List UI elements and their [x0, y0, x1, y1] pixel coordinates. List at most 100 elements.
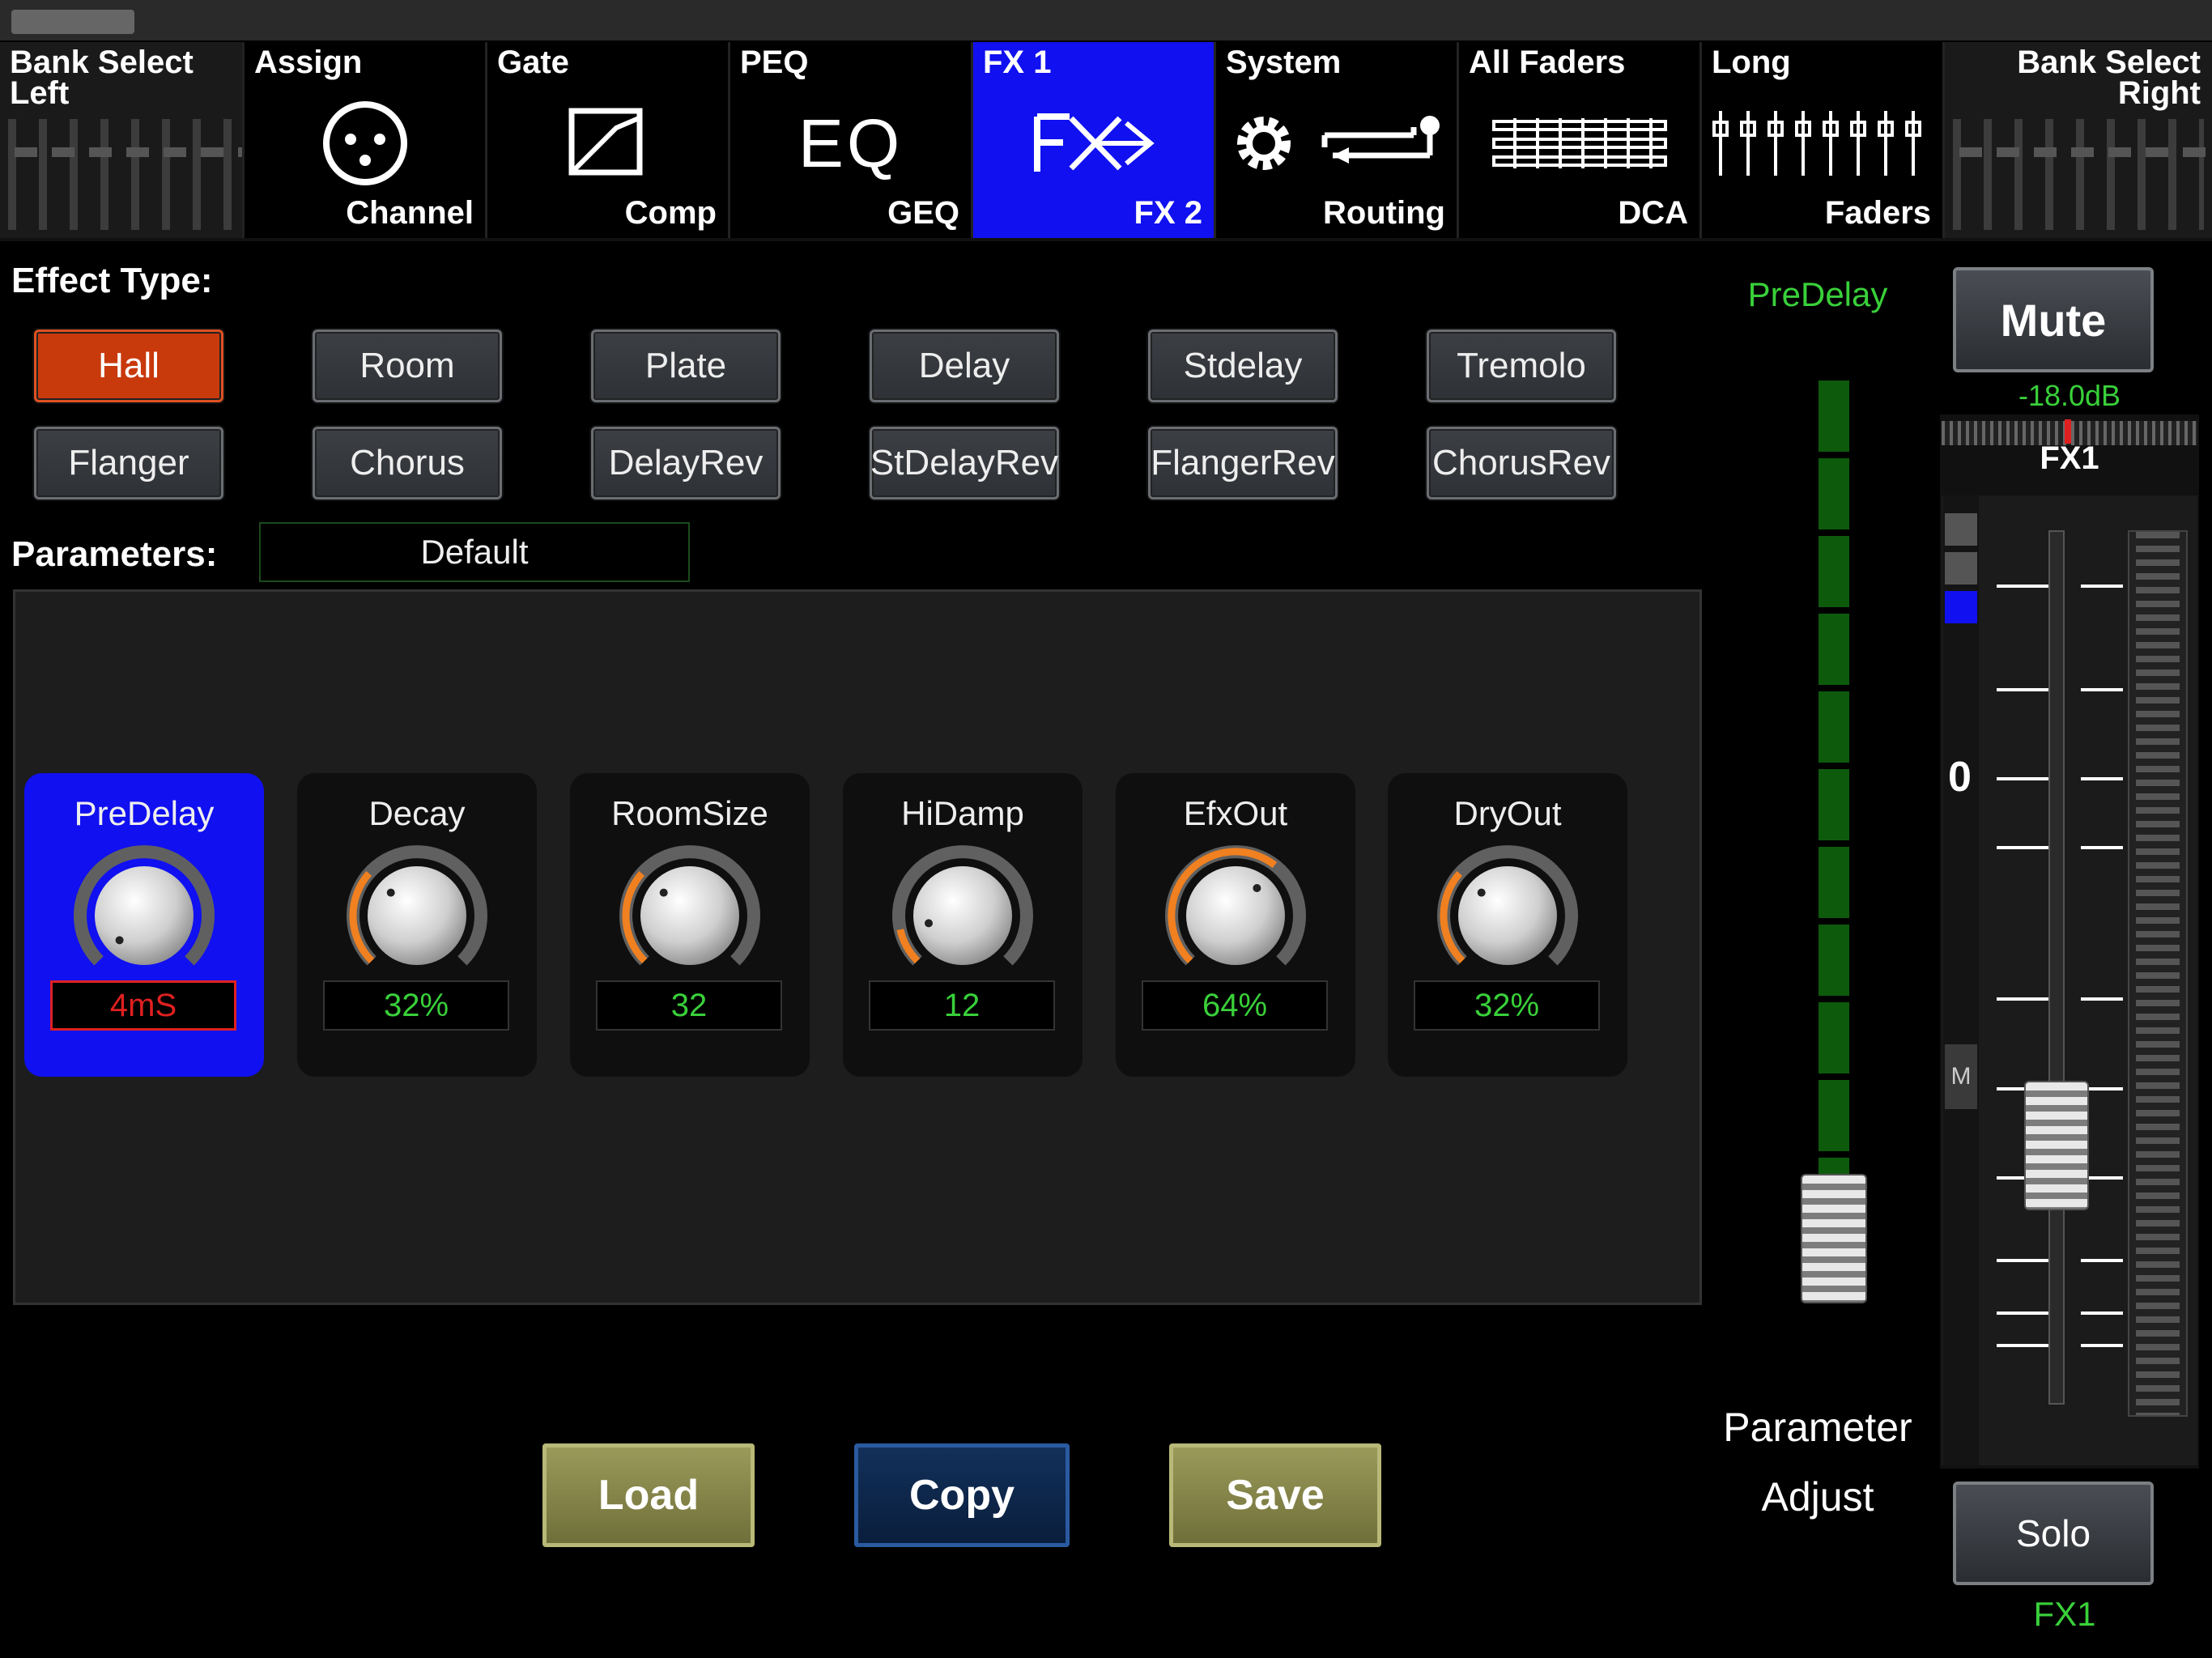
tab-label-top: Long	[1712, 45, 1791, 80]
effect-plate-button[interactable]: Plate	[591, 329, 781, 402]
rotary-knob-icon[interactable]	[1432, 840, 1583, 991]
rotary-knob-icon[interactable]	[615, 840, 765, 991]
tab-system-routing[interactable]: System Routing	[1216, 42, 1459, 238]
param-fader-title: PreDelay	[1747, 275, 1888, 313]
fader-scale-tick	[2081, 846, 2123, 849]
fader-scale-tick	[2081, 777, 2123, 780]
channel-footer-name: FX1	[2033, 1595, 2096, 1633]
fader-scale-tick	[1997, 585, 2048, 588]
strip-square-selected	[1945, 591, 1977, 623]
knob-value-readout: 4mS	[50, 980, 236, 1031]
knob-label: PreDelay	[74, 794, 215, 832]
m-marker: M	[1945, 1044, 1977, 1109]
param-meter-segment	[1819, 1080, 1849, 1151]
effect-tremolo-button[interactable]: Tremolo	[1427, 329, 1616, 402]
effect-hall-button[interactable]: Hall	[34, 329, 223, 402]
faders-icon	[1702, 99, 1942, 188]
param-meter-segment	[1819, 847, 1849, 918]
rotary-knob-icon[interactable]	[1160, 840, 1311, 991]
xlr-connector-icon	[245, 99, 485, 188]
knob-label: EfxOut	[1183, 794, 1288, 832]
save-button[interactable]: Save	[1169, 1443, 1381, 1547]
param-meter-segment	[1819, 536, 1849, 607]
tab-peq-geq[interactable]: PEQ EQ GEQ	[730, 42, 973, 238]
param-fader-track[interactable]	[1819, 380, 1849, 1303]
rotary-knob-icon[interactable]	[342, 840, 492, 991]
fader-scale-tick	[2081, 997, 2123, 1001]
fx-logo-icon	[973, 99, 1214, 188]
knob-label: Decay	[368, 794, 466, 832]
effect-stdelay-button[interactable]: Stdelay	[1148, 329, 1338, 402]
mute-button[interactable]: Mute	[1953, 267, 2154, 372]
param-caption-line-2: Adjust	[1761, 1474, 1874, 1520]
compressor-curve-icon	[487, 99, 728, 188]
channel-gain-readout: -18.0dB	[2018, 379, 2121, 412]
effect-delay-button[interactable]: Delay	[870, 329, 1059, 402]
knob-value-readout: 32%	[1414, 980, 1600, 1031]
parameters-label: Parameters:	[11, 534, 218, 574]
effect-chorusrev-button[interactable]: ChorusRev	[1427, 427, 1616, 500]
fader-scale-tick	[2081, 1259, 2123, 1262]
tab-label-top: System	[1226, 45, 1342, 80]
knob-value-readout: 12	[869, 980, 1055, 1031]
tab-fx[interactable]: FX 1 FX 2	[973, 42, 1216, 238]
knob-value-readout: 32	[596, 980, 782, 1031]
copy-button[interactable]: Copy	[854, 1443, 1070, 1547]
effect-flangerrev-button[interactable]: FlangerRev	[1148, 427, 1338, 500]
tab-label-bottom: DCA	[1618, 195, 1688, 231]
knob-card-dryout[interactable]: DryOut 32%	[1388, 773, 1627, 1077]
knob-label: DryOut	[1453, 794, 1562, 832]
knob-card-roomsize[interactable]: RoomSize 32	[570, 773, 810, 1077]
param-meter-segment	[1819, 1002, 1849, 1073]
tab-label-bottom: Comp	[624, 195, 717, 231]
effect-flanger-button[interactable]: Flanger	[34, 427, 223, 500]
channel-name: FX1	[2040, 440, 2099, 476]
dca-grid-icon	[1459, 99, 1699, 188]
effect-chorus-button[interactable]: Chorus	[313, 427, 502, 500]
knob-card-predelay[interactable]: PreDelay 4mS	[24, 773, 264, 1077]
fader-scale-tick	[1997, 1259, 2048, 1262]
fader-scale-tick	[2081, 688, 2123, 691]
param-meter-segment	[1819, 925, 1849, 996]
strip-square-2	[1945, 552, 1977, 585]
tab-bank-select-right[interactable]: Bank Select Right	[1945, 42, 2212, 238]
tab-label-top: FX 1	[983, 45, 1052, 80]
fader-scale-tick	[2081, 1312, 2123, 1315]
fader-scale-tick	[1997, 1344, 2048, 1347]
effect-stdelayrev-button[interactable]: StDelayRev	[870, 427, 1059, 500]
top-navigation: Bank Select Left Assign Channel Gate Com…	[0, 42, 2212, 241]
effect-room-button[interactable]: Room	[313, 329, 502, 402]
solo-button[interactable]: Solo	[1953, 1482, 2154, 1585]
param-fader-caption: Parameter Adjust	[1700, 1392, 1935, 1532]
load-button[interactable]: Load	[542, 1443, 755, 1547]
param-meter-segment	[1819, 691, 1849, 763]
param-meter-segment	[1819, 769, 1849, 840]
tab-gate-comp[interactable]: Gate Comp	[487, 42, 730, 238]
preset-selector[interactable]: Default	[259, 522, 690, 582]
fader-scale-tick	[1997, 997, 2048, 1001]
rotary-knob-icon[interactable]	[887, 840, 1038, 991]
effect-delayrev-button[interactable]: DelayRev	[591, 427, 781, 500]
status-indicator	[11, 10, 134, 34]
unity-label: 0	[1948, 754, 1972, 801]
tab-label-top: PEQ	[740, 45, 809, 80]
tab-all-faders-dca[interactable]: All Faders DCA	[1459, 42, 1702, 238]
level-meter	[2128, 530, 2188, 1417]
fader-scale-tick	[1997, 688, 2048, 691]
tab-bank-select-left[interactable]: Bank Select Left	[0, 42, 245, 238]
tab-assign-channel[interactable]: Assign Channel	[245, 42, 487, 238]
status-bar	[0, 0, 2212, 40]
knob-label: HiDamp	[901, 794, 1024, 832]
tab-label-bottom: Routing	[1322, 195, 1445, 231]
param-fader-handle[interactable]	[1801, 1174, 1867, 1303]
tab-label-bottom: Faders	[1824, 195, 1931, 231]
knob-card-decay[interactable]: Decay 32%	[297, 773, 537, 1077]
tab-long-faders[interactable]: Long Faders	[1702, 42, 1945, 238]
channel-fader-track[interactable]	[2048, 530, 2065, 1405]
knob-value-readout: 32%	[323, 980, 509, 1031]
strip-square-1	[1945, 513, 1977, 546]
knob-card-hidamp[interactable]: HiDamp 12	[843, 773, 1083, 1077]
rotary-knob-icon[interactable]	[69, 840, 219, 991]
channel-fader-handle[interactable]	[2024, 1081, 2089, 1210]
knob-card-efxout[interactable]: EfxOut 64%	[1116, 773, 1355, 1077]
